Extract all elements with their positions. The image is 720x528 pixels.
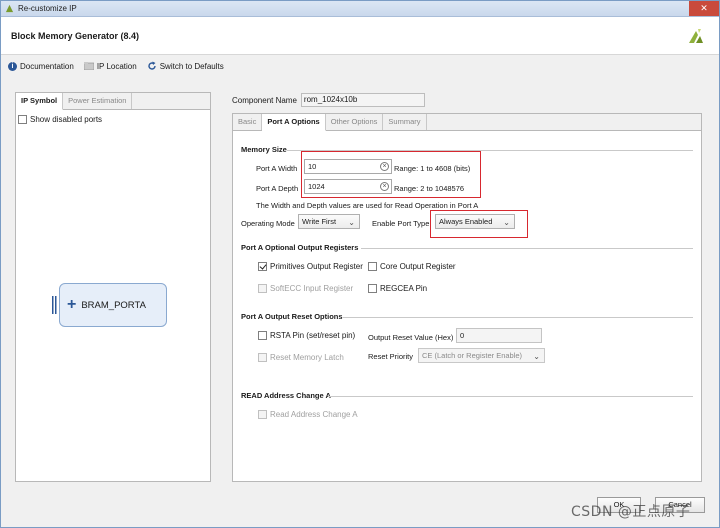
dialog-header: Block Memory Generator (8.4): [1, 17, 719, 55]
ip-symbol-panel: IP Symbol Power Estimation Show disabled…: [15, 92, 211, 482]
operating-mode-select[interactable]: Write First ⌄: [298, 214, 360, 229]
tab-port-a-options[interactable]: Port A Options: [262, 114, 326, 131]
operating-mode-label: Operating Mode: [241, 219, 295, 228]
port-a-depth-label: Port A Depth: [256, 184, 299, 193]
expand-plus-icon[interactable]: +: [67, 297, 76, 313]
read-address-change-title: READ Address Change A: [241, 391, 331, 400]
operating-mode-value: Write First: [302, 217, 337, 226]
reset-memory-latch-checkbox: [258, 353, 267, 362]
chevron-down-icon: ⌄: [533, 352, 540, 361]
show-disabled-ports-row: Show disabled ports: [18, 115, 102, 124]
switch-to-defaults-button[interactable]: Switch to Defaults: [147, 61, 224, 71]
reset-memory-latch-row: Reset Memory Latch: [258, 353, 344, 362]
softecc-input-register-row: SoftECC Input Register: [258, 284, 353, 293]
config-tabs: Basic Port A Options Other Options Summa…: [233, 114, 701, 131]
optional-registers-title: Port A Optional Output Registers: [241, 243, 359, 252]
reset-priority-value: CE (Latch or Register Enable): [422, 351, 523, 360]
section-divider: [343, 317, 693, 318]
component-name-label: Component Name: [232, 95, 297, 105]
bram-porta-symbol[interactable]: + BRAM_PORTA: [59, 283, 167, 327]
primitives-output-register-label: Primitives Output Register: [270, 262, 363, 271]
show-disabled-ports-label: Show disabled ports: [30, 115, 103, 124]
window-title: Re-customize IP: [18, 4, 77, 13]
output-reset-value-label: Output Reset Value (Hex): [368, 333, 454, 342]
switch-defaults-label: Switch to Defaults: [159, 61, 224, 71]
configuration-area: Component Name rom_1024x10b Basic Port A…: [229, 92, 707, 484]
rsta-pin-row: RSTA Pin (set/reset pin): [258, 331, 355, 340]
rsta-pin-label: RSTA Pin (set/reset pin): [270, 331, 356, 340]
xilinx-logo-icon: [689, 29, 703, 43]
reset-priority-select: CE (Latch or Register Enable) ⌄: [418, 348, 545, 363]
width-depth-note: The Width and Depth values are used for …: [256, 201, 479, 210]
highlight-box-size: [301, 151, 481, 198]
reset-options-title: Port A Output Reset Options: [241, 312, 343, 321]
core-output-register-label: Core Output Register: [380, 262, 456, 271]
csdn-watermark: CSDN @正点原子: [571, 504, 691, 520]
section-divider: [361, 248, 693, 249]
bram-porta-label: BRAM_PORTA: [81, 299, 146, 311]
regcea-pin-checkbox[interactable]: [368, 284, 377, 293]
component-name-field: rom_1024x10b: [300, 93, 425, 107]
read-address-change-row: Read Address Change A: [258, 410, 358, 419]
tab-basic[interactable]: Basic: [233, 114, 263, 130]
show-disabled-ports-checkbox[interactable]: [18, 115, 27, 124]
memory-size-title: Memory Size: [241, 145, 287, 154]
dialog-title: Block Memory Generator (8.4): [11, 31, 140, 41]
rsta-pin-checkbox[interactable]: [258, 331, 267, 340]
port-bus-lines: [52, 296, 57, 314]
output-reset-value-field: 0: [456, 328, 542, 343]
close-window-button[interactable]: ✕: [689, 1, 719, 16]
config-panel: Basic Port A Options Other Options Summa…: [232, 113, 702, 482]
tab-ip-symbol[interactable]: IP Symbol: [16, 93, 64, 110]
highlight-box-port-type: [430, 210, 528, 238]
ip-location-button[interactable]: IP Location: [83, 61, 137, 71]
softecc-input-register-label: SoftECC Input Register: [270, 284, 354, 293]
primitives-output-register-row: Primitives Output Register: [258, 262, 363, 271]
read-address-change-label: Read Address Change A: [270, 410, 358, 419]
read-address-change-checkbox: [258, 410, 267, 419]
refresh-icon: [148, 61, 156, 70]
tab-other-options[interactable]: Other Options: [326, 114, 384, 130]
toolbar: i Documentation IP Location Switch to De…: [1, 55, 719, 77]
left-tabs: IP Symbol Power Estimation: [16, 93, 210, 110]
regcea-pin-row: REGCEA Pin: [368, 284, 427, 293]
chevron-down-icon: ⌄: [348, 218, 355, 227]
dialog-window: Re-customize IP ✕ Block Memory Generator…: [0, 0, 720, 528]
documentation-button[interactable]: i Documentation: [8, 61, 74, 71]
enable-port-type-label: Enable Port Type: [372, 219, 430, 228]
regcea-pin-label: REGCEA Pin: [380, 284, 428, 293]
info-icon: i: [8, 61, 17, 71]
reset-memory-latch-label: Reset Memory Latch: [270, 353, 344, 362]
port-a-width-label: Port A Width: [256, 164, 298, 173]
tab-power-estimation[interactable]: Power Estimation: [63, 93, 133, 109]
core-output-register-row: Core Output Register: [368, 262, 456, 271]
documentation-label: Documentation: [20, 61, 74, 71]
section-divider: [328, 396, 693, 397]
component-name-row: Component Name rom_1024x10b: [229, 92, 707, 108]
reset-priority-label: Reset Priority: [368, 352, 414, 361]
ip-location-label: IP Location: [96, 61, 137, 71]
title-bar: Re-customize IP ✕: [1, 1, 719, 17]
tab-summary[interactable]: Summary: [383, 114, 427, 130]
folder-icon: [83, 62, 94, 70]
core-output-register-checkbox[interactable]: [368, 262, 377, 271]
softecc-input-register-checkbox: [258, 284, 267, 293]
primitives-output-register-checkbox[interactable]: [258, 262, 267, 271]
vivado-app-icon: [5, 4, 14, 13]
